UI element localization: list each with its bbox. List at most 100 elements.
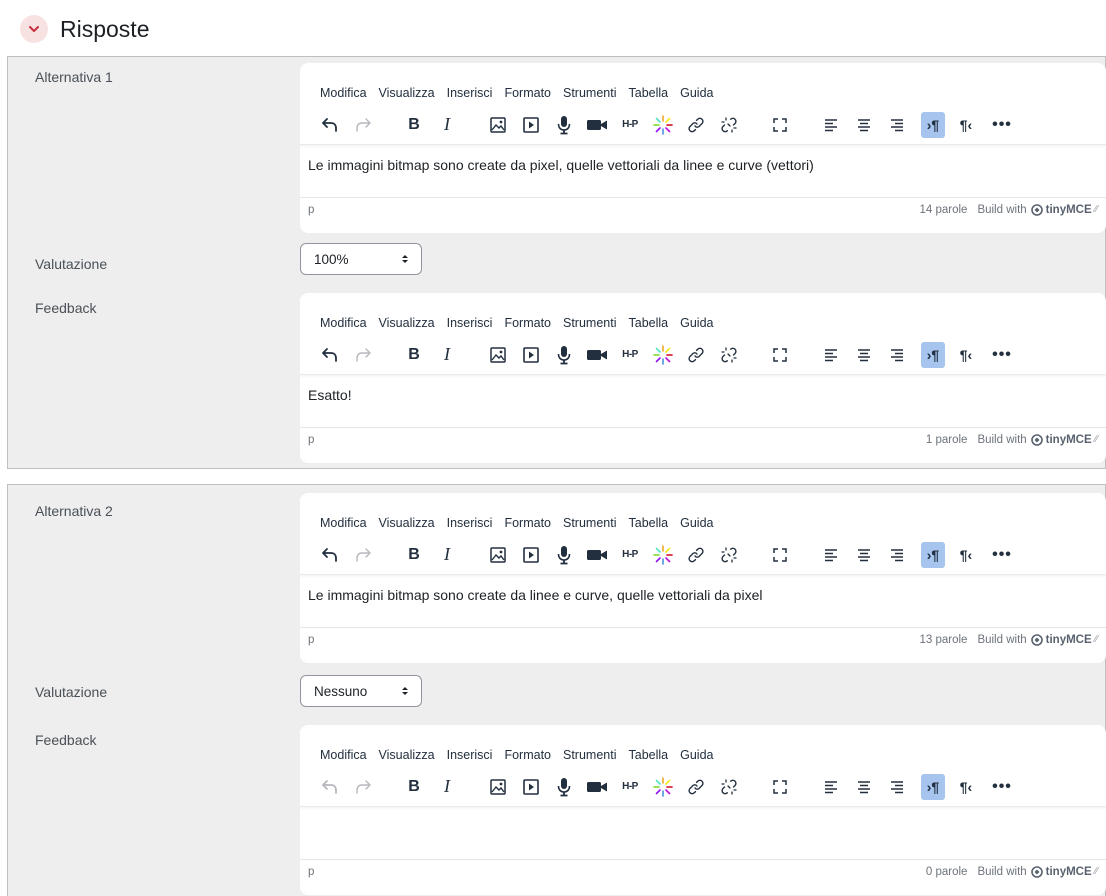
menu-strumenti[interactable]: Strumenti [563, 748, 617, 762]
ltr-button[interactable]: ›¶ [921, 541, 945, 568]
menu-modifica[interactable]: Modifica [320, 748, 367, 762]
rtl-button[interactable]: ¶‹ [954, 542, 978, 568]
menu-inserisci[interactable]: Inserisci [447, 516, 493, 530]
media-button[interactable] [519, 542, 543, 568]
link-button[interactable] [684, 342, 708, 368]
rtl-button[interactable]: ¶‹ [954, 774, 978, 800]
menu-inserisci[interactable]: Inserisci [447, 86, 493, 100]
word-count[interactable]: 1 parole [926, 434, 968, 446]
word-count[interactable]: 13 parole [919, 634, 967, 646]
rtl-button[interactable]: ¶‹ [954, 342, 978, 368]
menu-guida[interactable]: Guida [680, 748, 713, 762]
undo-button[interactable] [318, 542, 342, 568]
bold-button[interactable]: B [402, 342, 426, 368]
redo-button[interactable] [351, 342, 375, 368]
menu-visualizza[interactable]: Visualizza [379, 316, 435, 330]
ltr-button[interactable]: ›¶ [921, 111, 945, 138]
align-left-button[interactable] [819, 542, 843, 568]
menu-tabella[interactable]: Tabella [629, 86, 669, 100]
italic-button[interactable]: I [435, 774, 459, 800]
media-button[interactable] [519, 774, 543, 800]
media-button[interactable] [519, 112, 543, 138]
menu-visualizza[interactable]: Visualizza [379, 516, 435, 530]
element-path[interactable]: p [308, 434, 314, 446]
link-button[interactable] [684, 112, 708, 138]
fullscreen-button[interactable] [768, 542, 792, 568]
rtl-button[interactable]: ¶‹ [954, 112, 978, 138]
align-center-button[interactable] [852, 342, 876, 368]
record-video-button[interactable] [585, 342, 609, 368]
menu-visualizza[interactable]: Visualizza [379, 748, 435, 762]
resize-handle-icon[interactable]: ∕∕ [1095, 434, 1098, 445]
editor-content-area[interactable]: Le immagini bitmap sono create da pixel,… [300, 145, 1106, 197]
grade-select-2[interactable]: Nessuno [300, 675, 422, 707]
menu-inserisci[interactable]: Inserisci [447, 748, 493, 762]
align-left-button[interactable] [819, 774, 843, 800]
redo-button[interactable] [351, 112, 375, 138]
editor-content-area[interactable]: Le immagini bitmap sono create da linee … [300, 575, 1106, 627]
record-video-button[interactable] [585, 774, 609, 800]
ai-button[interactable] [651, 542, 675, 568]
menu-formato[interactable]: Formato [504, 516, 551, 530]
align-left-button[interactable] [819, 112, 843, 138]
align-right-button[interactable] [885, 542, 909, 568]
align-center-button[interactable] [852, 112, 876, 138]
image-button[interactable] [486, 542, 510, 568]
link-button[interactable] [684, 774, 708, 800]
redo-button[interactable] [351, 542, 375, 568]
menu-tabella[interactable]: Tabella [629, 316, 669, 330]
menu-strumenti[interactable]: Strumenti [563, 516, 617, 530]
undo-button[interactable] [318, 774, 342, 800]
element-path[interactable]: p [308, 204, 314, 216]
more-button[interactable]: ••• [990, 774, 1014, 800]
unlink-button[interactable] [717, 774, 741, 800]
fullscreen-button[interactable] [768, 112, 792, 138]
grade-select-1[interactable]: 100% [300, 243, 422, 275]
element-path[interactable]: p [308, 634, 314, 646]
ai-button[interactable] [651, 774, 675, 800]
bold-button[interactable]: B [402, 112, 426, 138]
ltr-button[interactable]: ›¶ [921, 341, 945, 368]
menu-inserisci[interactable]: Inserisci [447, 316, 493, 330]
italic-button[interactable]: I [435, 342, 459, 368]
fullscreen-button[interactable] [768, 342, 792, 368]
menu-tabella[interactable]: Tabella [629, 516, 669, 530]
more-button[interactable]: ••• [990, 542, 1014, 568]
image-button[interactable] [486, 112, 510, 138]
undo-button[interactable] [318, 342, 342, 368]
menu-formato[interactable]: Formato [504, 748, 551, 762]
align-left-button[interactable] [819, 342, 843, 368]
image-button[interactable] [486, 774, 510, 800]
menu-modifica[interactable]: Modifica [320, 86, 367, 100]
h5p-button[interactable]: H-P [618, 342, 642, 368]
record-audio-button[interactable] [552, 542, 576, 568]
menu-modifica[interactable]: Modifica [320, 316, 367, 330]
ai-button[interactable] [651, 342, 675, 368]
menu-formato[interactable]: Formato [504, 316, 551, 330]
more-button[interactable]: ••• [990, 112, 1014, 138]
record-audio-button[interactable] [552, 342, 576, 368]
align-center-button[interactable] [852, 542, 876, 568]
record-video-button[interactable] [585, 542, 609, 568]
redo-button[interactable] [351, 774, 375, 800]
menu-formato[interactable]: Formato [504, 86, 551, 100]
unlink-button[interactable] [717, 342, 741, 368]
menu-guida[interactable]: Guida [680, 316, 713, 330]
h5p-button[interactable]: H-P [618, 774, 642, 800]
word-count[interactable]: 14 parole [919, 204, 967, 216]
italic-button[interactable]: I [435, 542, 459, 568]
undo-button[interactable] [318, 112, 342, 138]
resize-handle-icon[interactable]: ∕∕ [1095, 866, 1098, 877]
collapse-toggle-button[interactable] [20, 15, 48, 43]
align-right-button[interactable] [885, 342, 909, 368]
word-count[interactable]: 0 parole [926, 866, 968, 878]
resize-handle-icon[interactable]: ∕∕ [1095, 204, 1098, 215]
menu-modifica[interactable]: Modifica [320, 516, 367, 530]
h5p-button[interactable]: H-P [618, 542, 642, 568]
unlink-button[interactable] [717, 112, 741, 138]
menu-strumenti[interactable]: Strumenti [563, 86, 617, 100]
record-video-button[interactable] [585, 112, 609, 138]
editor-content-area[interactable] [300, 807, 1106, 859]
ai-button[interactable] [651, 112, 675, 138]
media-button[interactable] [519, 342, 543, 368]
